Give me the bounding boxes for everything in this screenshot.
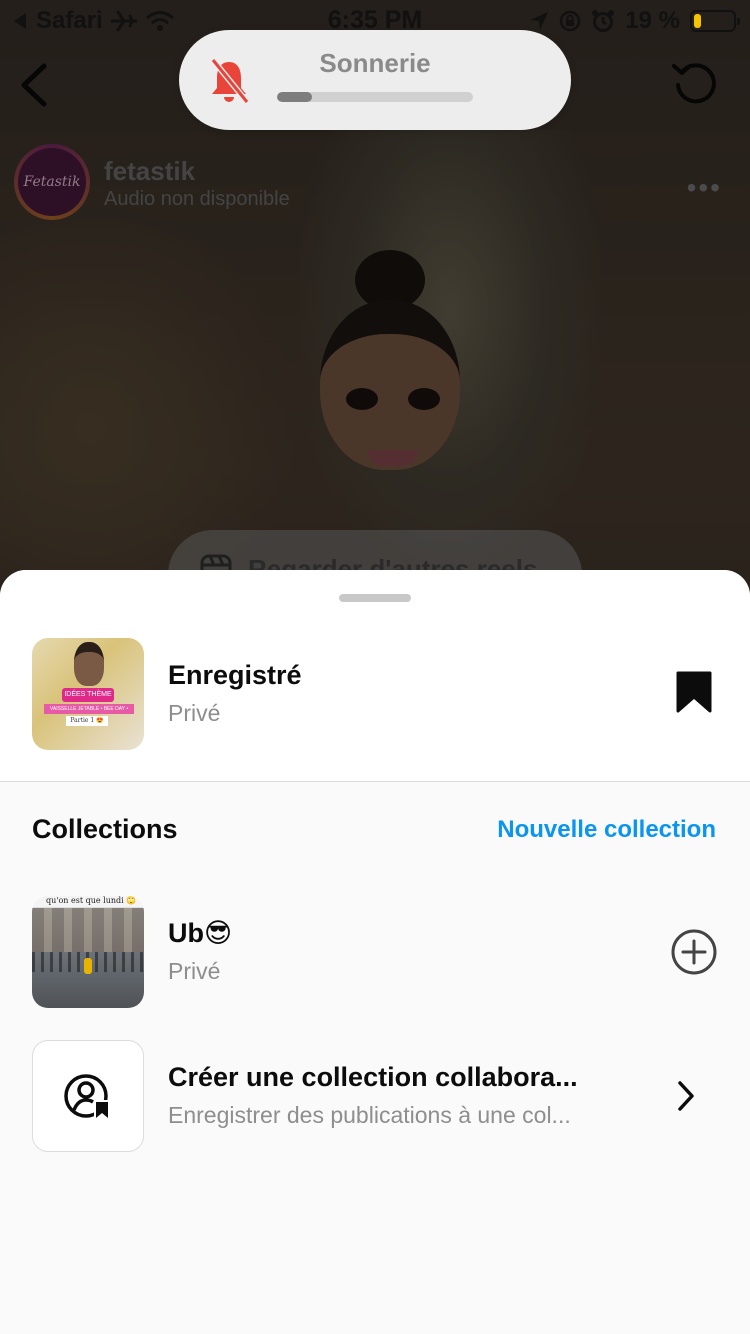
plus-circle-icon (671, 929, 717, 975)
collab-collection-title: Créer une collection collabora... (168, 1062, 578, 1092)
collection-ub-thumb-caption: qu'on est que lundi 🙄 (46, 896, 137, 905)
saved-thumb-line-3: Partie 1 😍 (66, 716, 108, 726)
saved-bookmark-button[interactable] (670, 668, 718, 716)
battery-fill (694, 14, 701, 28)
battery-percent: 19 % (625, 7, 680, 34)
add-to-collection-button[interactable] (670, 928, 718, 976)
bookmark-filled-icon (676, 671, 712, 713)
saved-privacy: Privé (168, 700, 221, 726)
saved-section: IDÉES THÈME VAISSELLE JETABLE • BEE DAY … (0, 570, 750, 782)
saved-thumb-line-1: IDÉES THÈME (62, 688, 114, 702)
ringer-label: Sonnerie (319, 48, 431, 78)
create-collab-collection-row[interactable]: Créer une collection collabora... Enregi… (0, 1040, 750, 1152)
collection-ub-thumbnail: qu'on est que lundi 🙄 (32, 896, 144, 1008)
collab-collection-chevron[interactable] (662, 1072, 710, 1120)
collab-user-bookmark-icon (64, 1074, 110, 1120)
status-bar-right: 19 % (529, 7, 740, 35)
ringer-volume-track (277, 92, 473, 102)
saved-title: Enregistré (168, 660, 302, 690)
collection-ub-title: Ub😎 (168, 918, 233, 948)
collections-heading: Collections (32, 814, 178, 844)
collections-header: Collections Nouvelle collection (0, 814, 750, 854)
collab-collection-description: Enregistrer des publications à une col..… (168, 1102, 571, 1128)
chevron-right-icon (678, 1081, 694, 1111)
battery-icon (690, 10, 740, 32)
collab-collection-thumbnail (32, 1040, 144, 1152)
saved-thumbnail: IDÉES THÈME VAISSELLE JETABLE • BEE DAY … (32, 638, 144, 750)
saved-row[interactable]: IDÉES THÈME VAISSELLE JETABLE • BEE DAY … (0, 638, 750, 750)
collection-row-ub[interactable]: qu'on est que lundi 🙄 Ub😎 Privé (0, 896, 750, 1008)
location-arrow-icon (530, 12, 549, 30)
new-collection-link[interactable]: Nouvelle collection (497, 816, 716, 844)
sheet-drag-handle[interactable] (339, 594, 411, 602)
alarm-icon (592, 10, 615, 32)
saved-thumb-line-2: VAISSELLE JETABLE • BEE DAY • (44, 704, 134, 714)
save-to-collection-sheet: IDÉES THÈME VAISSELLE JETABLE • BEE DAY … (0, 570, 750, 1334)
collection-ub-privacy: Privé (168, 958, 221, 984)
bell-slash-icon (210, 58, 250, 104)
ringer-volume-hud: Sonnerie (179, 30, 571, 130)
orientation-lock-icon (560, 10, 581, 32)
ringer-volume-level (277, 92, 313, 102)
